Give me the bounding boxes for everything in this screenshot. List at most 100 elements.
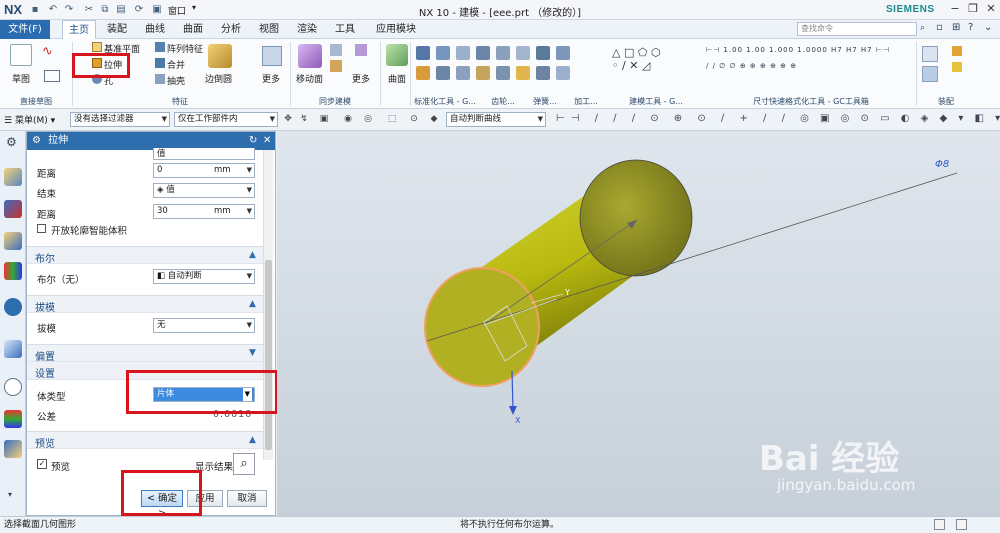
move-face-icon[interactable] [298, 44, 322, 68]
tab-analysis[interactable]: 分析 [214, 20, 248, 39]
select-solid-icon[interactable]: ◆ [428, 113, 440, 125]
process-studio-icon[interactable] [4, 440, 22, 458]
dialog-scrollbar-thumb[interactable] [265, 260, 272, 450]
std-tool-icon[interactable] [436, 66, 450, 80]
tab-home[interactable]: 主页 [62, 20, 96, 39]
cross-icon[interactable]: ✕ [629, 59, 642, 72]
section-curve-circle[interactable] [424, 267, 540, 387]
offset-section-header[interactable]: 偏置 ▼ [27, 344, 263, 363]
chamfer-icon[interactable]: ◿ [642, 59, 650, 72]
system-materials-icon[interactable] [4, 410, 22, 428]
tab-tools[interactable]: 工具 [328, 20, 362, 39]
sync-tool-1-icon[interactable] [330, 44, 342, 56]
unite-icon[interactable] [155, 58, 165, 68]
tab-application[interactable]: 应用模块 [368, 20, 424, 39]
curve-rule-dropdown[interactable]: 自动判断曲线 ▼ [446, 112, 546, 127]
std-tool-icon[interactable] [456, 66, 470, 80]
part-navigator-icon[interactable] [4, 168, 22, 186]
sketch-button[interactable]: 草图 [12, 72, 30, 85]
pattern-feature-button[interactable]: 阵列特征 [167, 42, 203, 55]
unite-button[interactable]: 合并 [167, 58, 185, 71]
pentagon-icon[interactable]: ⬠ [638, 46, 651, 59]
status-icon[interactable] [956, 519, 967, 530]
preview-section-header[interactable]: 预览 ▲ [27, 431, 263, 450]
status-icon[interactable] [934, 519, 945, 530]
surface-button[interactable]: 曲面 [388, 72, 406, 85]
preview-checkbox[interactable]: ✓ [37, 459, 47, 469]
reuse-library-icon[interactable] [4, 262, 22, 280]
constraint-navigator-icon[interactable] [4, 232, 22, 250]
spring-tool-icon[interactable] [516, 66, 530, 80]
dimension-label[interactable]: Φ8 [935, 159, 949, 170]
select-face-icon[interactable]: ◎ [362, 113, 374, 125]
graphics-viewport[interactable]: X Y Φ8 Bai 经验 jingyan.baidu.com [277, 131, 1000, 516]
deselect-icon[interactable]: ↯ [298, 113, 310, 125]
std-tool-icon[interactable] [456, 46, 470, 60]
sketch-icon[interactable] [10, 44, 32, 66]
chevron-down-icon[interactable]: ▾ [8, 490, 12, 499]
std-tool-icon[interactable] [476, 46, 490, 60]
end-option-dropdown[interactable]: ◈ 值 ▼ [153, 183, 255, 198]
assembly-icon[interactable] [922, 66, 938, 82]
gear-icon[interactable]: ⚙ [6, 135, 17, 149]
ribbon-options-icon[interactable]: ▫ [936, 22, 943, 33]
sync-tool-3-icon[interactable] [330, 60, 342, 72]
edge-blend-button[interactable]: 边倒圆 [205, 72, 232, 85]
std-tool-icon[interactable] [496, 46, 510, 60]
assembly-icon[interactable] [922, 46, 938, 62]
std-tool-icon[interactable] [416, 66, 430, 80]
gear-icon[interactable]: ⚙ [32, 135, 41, 146]
move-face-button[interactable]: 移动面 [296, 72, 323, 85]
datum-plane-icon[interactable] [92, 42, 102, 52]
tab-view[interactable]: 视图 [252, 20, 286, 39]
spring-tool-icon[interactable] [536, 66, 550, 80]
machining-tool-icon[interactable] [556, 66, 570, 80]
close-icon[interactable]: ✕ [263, 132, 271, 150]
std-tool-icon[interactable] [416, 46, 430, 60]
layout-icon[interactable]: ⊞ [952, 22, 960, 33]
shell-button[interactable]: 抽壳 [167, 74, 185, 87]
std-tool-icon[interactable] [436, 46, 450, 60]
std-tool-icon[interactable] [496, 66, 510, 80]
draft-section-header[interactable]: 拔模 ▲ [27, 295, 263, 314]
square-icon[interactable]: □ [624, 46, 638, 59]
tab-render[interactable]: 渲染 [290, 20, 324, 39]
cancel-button[interactable]: 取消 [227, 490, 267, 507]
expand-icon[interactable]: ⌄ [984, 22, 992, 33]
history-icon[interactable] [4, 340, 22, 358]
select-window-icon[interactable]: ⬚ [386, 113, 398, 125]
restore-icon[interactable]: ❐ [966, 2, 980, 16]
surface-icon[interactable] [386, 44, 408, 66]
assembly-tool-icon[interactable] [952, 62, 962, 72]
gear-tool-icon[interactable] [536, 46, 550, 60]
select-filter-dropdown[interactable]: 没有选择过滤器 ▼ [70, 112, 170, 127]
boolean-section-header[interactable]: 布尔 ▲ [27, 246, 263, 265]
show-result-button[interactable]: ⌕ [233, 453, 255, 475]
command-search-input[interactable]: 查找命令 [797, 22, 917, 36]
pattern-feature-icon[interactable] [155, 42, 165, 52]
tab-assembly[interactable]: 装配 [100, 20, 134, 39]
assembly-navigator-icon[interactable] [4, 200, 22, 218]
cylinder-end-cap[interactable] [579, 159, 693, 277]
minimize-icon[interactable]: − [948, 2, 962, 16]
assembly-scope-dropdown[interactable]: 仅在工作部件内 ▼ [174, 112, 278, 127]
std-tool-icon[interactable] [516, 46, 530, 60]
assembly-tool-icon[interactable] [952, 46, 962, 56]
draft-dropdown[interactable]: 无 ▼ [153, 318, 255, 333]
dim-format-icon[interactable]: ∕ ∕ ∅ ∅ ⊕ ⊕ ⊕ ⊕ ⊕ ⊕ [706, 62, 797, 70]
sync-tool-2-icon[interactable] [355, 44, 367, 56]
open-profile-checkbox[interactable] [37, 224, 46, 233]
close-icon[interactable]: ✕ [984, 2, 998, 16]
clock-icon[interactable] [4, 378, 22, 396]
menu-button[interactable]: ☰ 菜单(M) ▾ [4, 113, 55, 126]
edge-blend-icon[interactable] [208, 44, 232, 68]
tab-surface[interactable]: 曲面 [176, 20, 210, 39]
shell-icon[interactable] [155, 74, 165, 84]
more-features-icon[interactable] [262, 46, 282, 66]
help-icon[interactable]: ? [968, 22, 973, 33]
tab-curve[interactable]: 曲线 [138, 20, 172, 39]
more-features-button[interactable]: 更多 [262, 72, 280, 85]
snap-point-icons[interactable]: ⊢⊣ ∕ ∕ ∕ ⊙ ⊕ ⊙ ∕ + ∕ ∕ ◎ ◦ [556, 113, 830, 124]
view-tool-icons[interactable]: ▣ ◎ ⊙ ▭ ◐ ◈ ◆ ▾ ◧ ▾ [820, 113, 1000, 124]
curve-icon[interactable]: ∿ [42, 44, 62, 62]
